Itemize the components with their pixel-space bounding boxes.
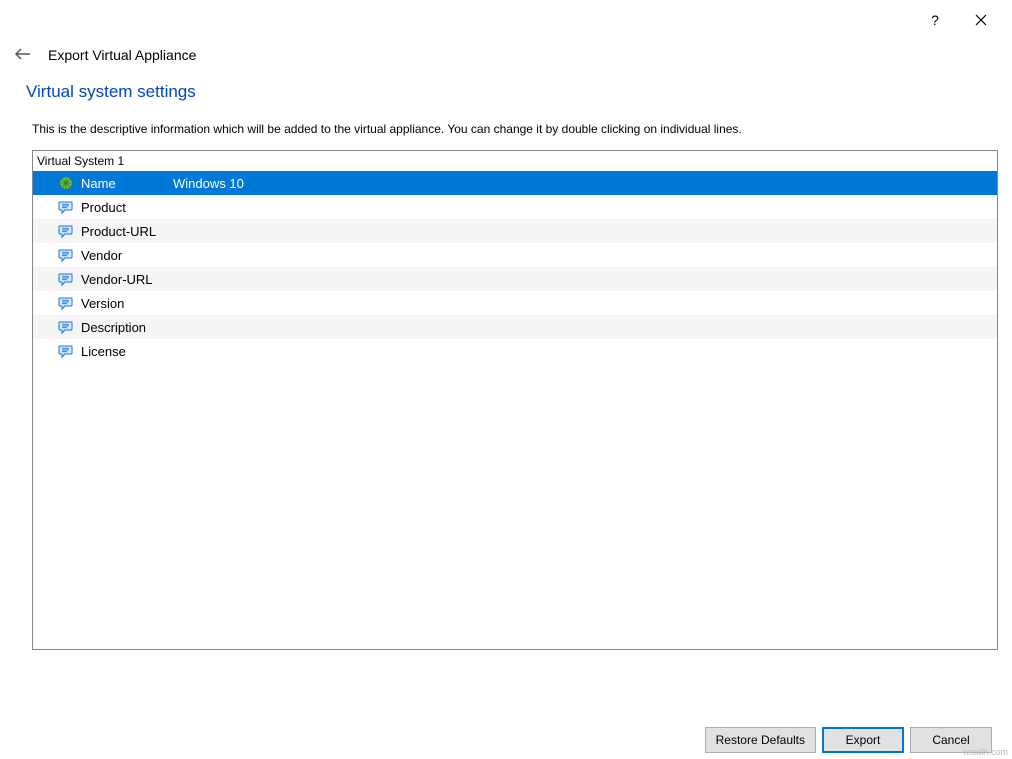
back-button[interactable] [14,46,32,64]
section-title: Virtual system settings [26,82,992,102]
close-icon [975,14,987,26]
wizard-header: Export Virtual Appliance [0,40,1012,82]
table-row[interactable]: Product-URL [33,219,997,243]
title-bar: ? [0,0,1012,40]
row-label: Vendor-URL [81,272,173,287]
bubble-icon [57,270,75,288]
row-label: Product-URL [81,224,173,239]
bubble-icon [57,246,75,264]
restore-defaults-button[interactable]: Restore Defaults [705,727,816,753]
table-row[interactable]: Vendor [33,243,997,267]
table-row[interactable]: NameWindows 10 [33,171,997,195]
table-row[interactable]: Version [33,291,997,315]
bubble-icon [57,294,75,312]
bubble-icon [57,198,75,216]
help-button[interactable]: ? [912,5,958,35]
row-label: Vendor [81,248,173,263]
table-row[interactable]: License [33,339,997,363]
system-group-label[interactable]: Virtual System 1 [33,151,997,171]
table-row[interactable]: Product [33,195,997,219]
bubble-icon [57,318,75,336]
export-button[interactable]: Export [822,727,904,753]
page-title: Export Virtual Appliance [48,47,196,63]
bubble-icon [57,222,75,240]
row-label: License [81,344,173,359]
row-label: Version [81,296,173,311]
section-description: This is the descriptive information whic… [26,122,992,136]
button-bar: Restore Defaults Export Cancel [705,727,992,753]
close-button[interactable] [958,5,1004,35]
table-row[interactable]: Description [33,315,997,339]
bubble-icon [57,342,75,360]
row-label: Product [81,200,173,215]
row-label: Name [81,176,173,191]
settings-tree[interactable]: Virtual System 1 NameWindows 10ProductPr… [32,150,998,650]
row-value: Windows 10 [173,176,997,191]
arrow-left-icon [14,47,32,61]
cancel-button[interactable]: Cancel [910,727,992,753]
row-label: Description [81,320,173,335]
table-row[interactable]: Vendor-URL [33,267,997,291]
asterisk-icon [57,174,75,192]
